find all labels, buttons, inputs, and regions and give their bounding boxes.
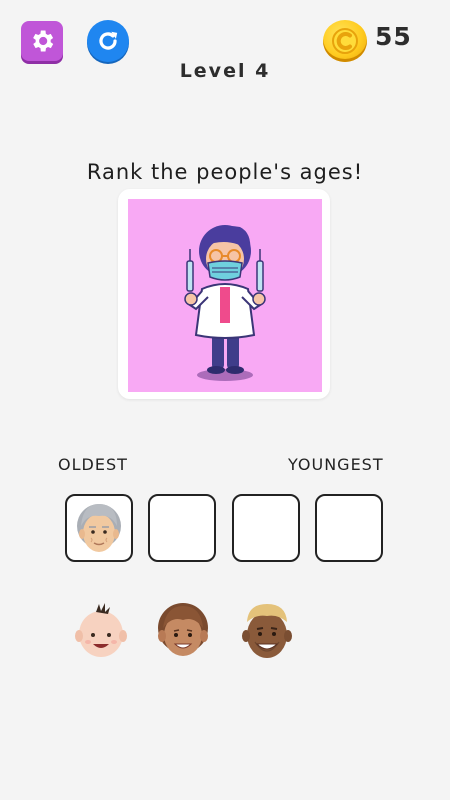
character-picture-card xyxy=(118,189,330,399)
rank-slot-3[interactable] xyxy=(232,494,300,562)
choice-child[interactable] xyxy=(154,598,212,662)
choice-adult[interactable] xyxy=(238,598,296,662)
coin-count: 55 xyxy=(375,22,412,51)
rank-slot-2[interactable] xyxy=(148,494,216,562)
settings-button[interactable] xyxy=(21,21,63,61)
rank-slot-4[interactable] xyxy=(315,494,383,562)
youngest-label: YOUNGEST xyxy=(288,455,384,474)
level-title: Level 4 xyxy=(179,60,271,82)
oldest-label: OLDEST xyxy=(58,455,128,474)
adult-man-face-icon xyxy=(242,604,292,658)
restart-button[interactable] xyxy=(87,20,129,62)
choice-baby[interactable] xyxy=(72,598,130,662)
doctor-character-illustration xyxy=(184,225,266,381)
gear-icon xyxy=(33,30,54,52)
character-picture-background xyxy=(128,199,322,392)
question-prompt: Rank the people's ages! xyxy=(86,160,364,184)
child-face-icon xyxy=(158,603,208,656)
coin-icon xyxy=(323,20,367,62)
baby-face-icon xyxy=(75,603,127,657)
rank-slot-1[interactable] xyxy=(65,494,133,562)
refresh-icon xyxy=(99,31,118,50)
elderly-face-icon xyxy=(77,504,121,552)
